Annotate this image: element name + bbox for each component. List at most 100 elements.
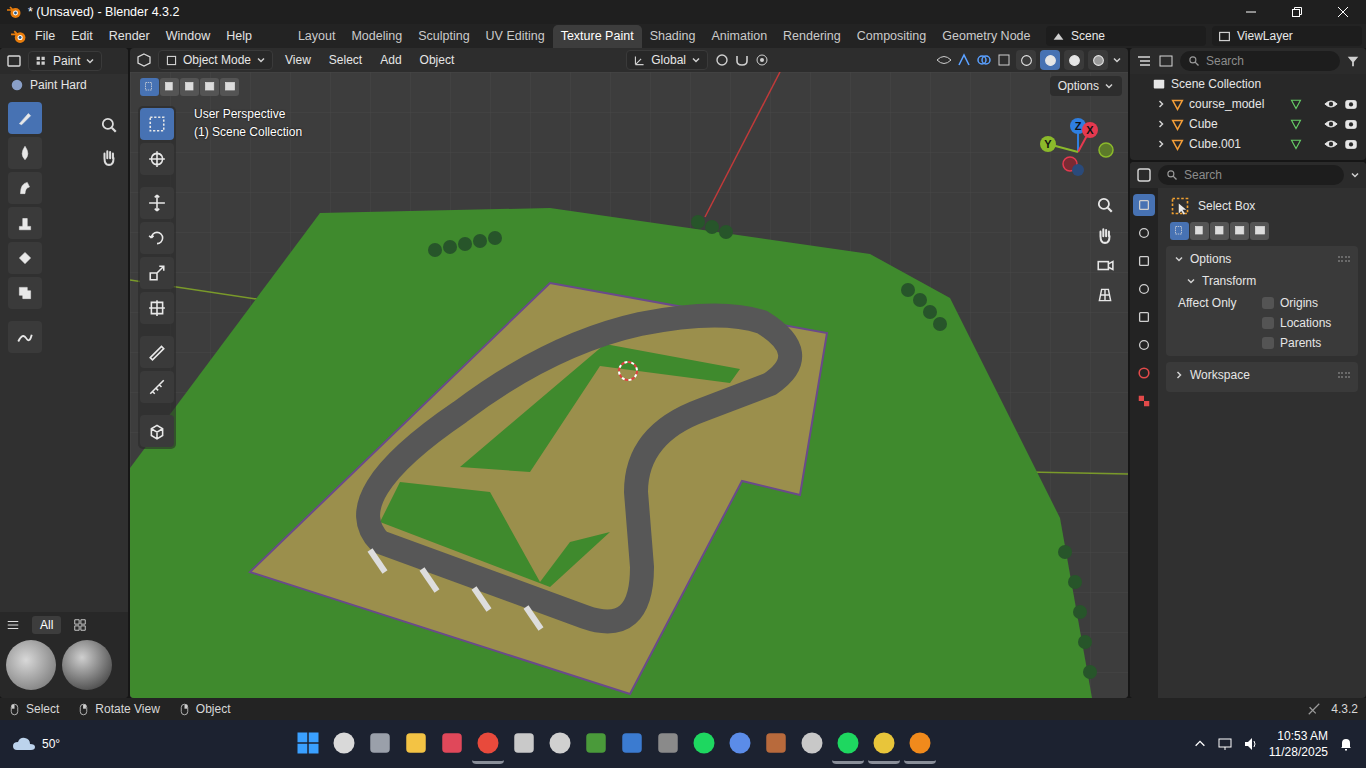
taskbar-app[interactable] — [328, 724, 360, 764]
pan-button[interactable] — [1092, 222, 1118, 248]
taskbar-app[interactable] — [904, 724, 936, 764]
taskbar-app[interactable] — [400, 724, 432, 764]
panel-header[interactable]: Workspace — [1166, 364, 1358, 386]
tool-button[interactable] — [140, 371, 174, 403]
workspace-tab[interactable]: Shading — [642, 25, 704, 48]
tool-button[interactable] — [140, 187, 174, 219]
panel-chevron-icon[interactable] — [1174, 254, 1184, 264]
select-mode-button[interactable] — [1190, 222, 1209, 240]
taskbar-app[interactable] — [292, 724, 324, 764]
volume-icon[interactable] — [1243, 736, 1259, 752]
checkbox-row[interactable]: Origins — [1262, 296, 1350, 310]
editor-type-icon[interactable] — [1136, 53, 1152, 69]
expand-chevron-icon[interactable] — [1156, 99, 1166, 109]
tray-expand-icon[interactable] — [1193, 737, 1207, 751]
workspace-tab[interactable]: Texture Paint — [553, 25, 642, 48]
shading-button[interactable] — [1088, 50, 1108, 70]
render-camera-icon[interactable] — [1344, 117, 1358, 131]
shading-button[interactable] — [1016, 50, 1036, 70]
checkbox[interactable] — [1262, 337, 1274, 349]
grid-view-icon[interactable] — [73, 618, 87, 632]
properties-tab[interactable] — [1133, 306, 1155, 328]
viewport-menu[interactable]: Object — [414, 53, 461, 67]
orientation-dropdown[interactable]: Global — [626, 50, 708, 70]
taskbar-app[interactable] — [724, 724, 756, 764]
expand-chevron-icon[interactable] — [1156, 139, 1166, 149]
navigation-gizmo[interactable]: ZXY — [1036, 112, 1120, 192]
taskbar-app[interactable] — [652, 724, 684, 764]
view-layer-field[interactable]: ViewLayer — [1212, 26, 1362, 46]
select-mode-button[interactable] — [1230, 222, 1249, 240]
workspace-tab[interactable]: Animation — [704, 25, 776, 48]
tool-button[interactable] — [8, 102, 42, 134]
outliner-row[interactable]: Cube.001 — [1130, 134, 1366, 154]
tool-button[interactable] — [8, 137, 42, 169]
display-icon[interactable] — [1217, 736, 1233, 752]
snap-icon[interactable] — [734, 52, 750, 68]
pan-button[interactable] — [96, 144, 122, 170]
minimize-button[interactable] — [1228, 0, 1274, 24]
tool-button[interactable] — [8, 172, 42, 204]
viewport-menu[interactable]: View — [279, 53, 317, 67]
checkbox-row[interactable]: Parents — [1262, 336, 1350, 350]
taskbar-app[interactable] — [580, 724, 612, 764]
editor-type-icon[interactable] — [1136, 167, 1152, 183]
panel-chevron-icon[interactable] — [1174, 370, 1184, 380]
overlay-icon[interactable] — [976, 52, 992, 68]
tool-button[interactable] — [140, 415, 174, 447]
proportional-edit-icon[interactable] — [754, 52, 770, 68]
tool-button[interactable] — [140, 108, 174, 140]
display-mode-icon[interactable] — [1158, 53, 1174, 69]
shelf-tab[interactable]: All — [32, 616, 61, 634]
dropdown-chevron-icon[interactable] — [256, 55, 266, 65]
close-button[interactable] — [1320, 0, 1366, 24]
dropdown-chevron-icon[interactable] — [85, 56, 95, 66]
expand-chevron-icon[interactable] — [1156, 119, 1166, 129]
menu-item[interactable]: Render — [101, 27, 158, 45]
tool-button[interactable] — [140, 336, 174, 368]
select-mode-button[interactable] — [1170, 222, 1189, 240]
brush-thumbnail[interactable] — [6, 640, 56, 690]
tool-button[interactable] — [140, 292, 174, 324]
properties-search[interactable]: Search — [1158, 165, 1344, 185]
visibility-eye-icon[interactable] — [1324, 97, 1338, 111]
tool-button[interactable] — [140, 222, 174, 254]
panel-header[interactable]: Options — [1166, 248, 1358, 270]
filter-icon[interactable] — [1346, 54, 1360, 68]
tool-button[interactable] — [8, 321, 42, 353]
subpanel-chevron-icon[interactable] — [1186, 276, 1196, 286]
viewport-scene[interactable] — [130, 72, 1128, 698]
taskbar-app[interactable] — [364, 724, 396, 764]
select-mode-button[interactable] — [140, 78, 159, 96]
menu-item[interactable]: Window — [158, 27, 218, 45]
visibility-eye-icon[interactable] — [1324, 117, 1338, 131]
taskbar-app[interactable] — [760, 724, 792, 764]
shading-button[interactable] — [1064, 50, 1084, 70]
workspace-tab[interactable]: Compositing — [849, 25, 934, 48]
outliner-row[interactable]: course_model — [1130, 94, 1366, 114]
properties-tab[interactable] — [1133, 222, 1155, 244]
properties-tab[interactable] — [1133, 250, 1155, 272]
mode-dropdown[interactable]: Paint — [28, 51, 102, 71]
workspace-tab[interactable]: Modeling — [343, 25, 410, 48]
notification-bell-icon[interactable] — [1338, 736, 1354, 752]
workspace-tab[interactable]: Sculpting — [410, 25, 477, 48]
select-mode-button[interactable] — [220, 78, 239, 96]
viewport-menu[interactable]: Select — [323, 53, 368, 67]
subpanel-header[interactable]: Transform — [1166, 270, 1358, 292]
taskbar-app[interactable] — [832, 724, 864, 764]
editor-type-icon[interactable] — [136, 52, 152, 68]
checkbox[interactable] — [1262, 297, 1274, 309]
checkbox-row[interactable]: Locations — [1262, 316, 1350, 330]
pivot-icon[interactable] — [714, 52, 730, 68]
workspace-tab[interactable]: Geometry Node — [934, 25, 1038, 48]
weather-widget[interactable]: 50° — [12, 732, 172, 756]
tool-button[interactable] — [8, 242, 42, 274]
select-mode-button[interactable] — [1250, 222, 1269, 240]
tool-button[interactable] — [8, 207, 42, 239]
render-camera-icon[interactable] — [1344, 97, 1358, 111]
maximize-button[interactable] — [1274, 0, 1320, 24]
workspace-tab[interactable]: Rendering — [775, 25, 849, 48]
properties-tab[interactable] — [1133, 334, 1155, 356]
visibility-icon[interactable] — [936, 52, 952, 68]
